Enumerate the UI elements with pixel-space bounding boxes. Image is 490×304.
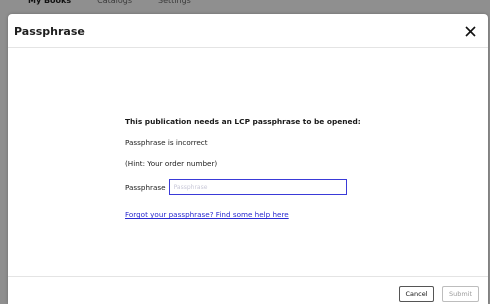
- submit-button[interactable]: Submit: [442, 286, 479, 302]
- passphrase-row: Passphrase: [125, 179, 425, 195]
- dialog-footer: Cancel Submit: [8, 276, 488, 304]
- background-nav: My Books Catalogs Settings: [28, 0, 191, 8]
- close-icon: [464, 25, 476, 37]
- hint-text: (Hint: Your order number): [125, 159, 218, 168]
- bg-tab-my-books: My Books: [28, 0, 72, 5]
- dialog-header: Passphrase: [8, 14, 488, 48]
- passphrase-input[interactable]: [168, 179, 347, 195]
- dialog-heading: This publication needs an LCP passphrase…: [125, 117, 361, 126]
- close-button[interactable]: [460, 21, 480, 41]
- dialog-body: This publication needs an LCP passphrase…: [125, 117, 425, 219]
- error-message: Passphrase is incorrect: [125, 138, 208, 147]
- cancel-button[interactable]: Cancel: [399, 286, 434, 302]
- passphrase-dialog: Passphrase This publication needs an LCP…: [8, 14, 488, 304]
- dialog-title: Passphrase: [14, 25, 85, 38]
- bg-tab-catalogs: Catalogs: [97, 0, 133, 5]
- passphrase-label: Passphrase: [125, 182, 166, 192]
- help-link[interactable]: Forgot your passphrase? Find some help h…: [125, 210, 289, 219]
- bg-tab-settings: Settings: [158, 0, 191, 5]
